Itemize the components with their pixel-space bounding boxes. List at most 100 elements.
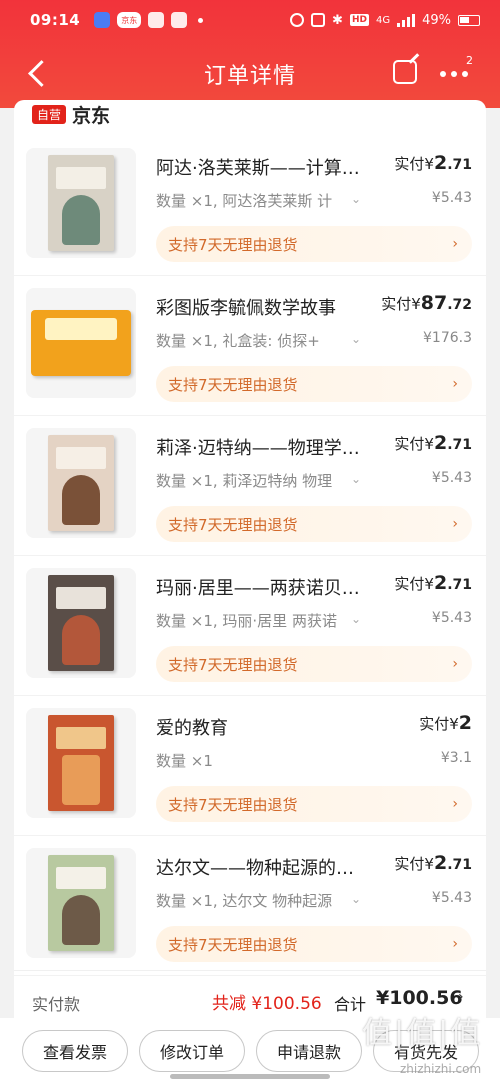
order-item[interactable]: 爱的教育 数量 ×1 实付¥2 ¥3.1 支持7天无理由退货 › <box>14 696 486 836</box>
original-price: ¥5.43 <box>431 190 472 206</box>
network-label: 4G <box>375 14 391 26</box>
watermark-logo: 值|值|值 <box>362 1016 483 1051</box>
self-operated-badge: 自营 <box>32 104 67 124</box>
product-title[interactable]: 玛丽·居里——两获诺贝尔奖 <box>156 574 366 600</box>
product-thumbnail[interactable] <box>26 568 136 678</box>
page-title: 订单详情 <box>203 64 296 89</box>
shop-row[interactable]: 自营 京东 <box>32 100 110 128</box>
book-cover-image <box>48 435 114 531</box>
paid-price: 实付¥2 <box>419 712 472 734</box>
product-title[interactable]: 达尔文——物种起源的奥秘 <box>156 854 366 880</box>
return-policy-bar[interactable]: 支持7天无理由退货 › <box>156 506 472 542</box>
order-item[interactable]: 玛丽·居里——两获诺贝尔奖 数量 ×1, 玛丽·居里 两获诺 ⌄ 实付¥2.71… <box>14 556 486 696</box>
book-cover-image <box>48 855 114 951</box>
product-thumbnail[interactable] <box>26 708 136 818</box>
order-item[interactable]: 彩图版李毓佩数学故事 数量 ×1, 礼盒装: 侦探+ ⌄ 实付¥87.72 ¥1… <box>14 276 486 416</box>
chevron-down-icon: ⌄ <box>351 472 362 486</box>
alarm-icon <box>290 13 305 27</box>
chevron-down-icon: ⌄ <box>351 192 362 206</box>
navbar: 订单详情 2 <box>0 40 500 108</box>
bluetooth-icon: ✱ <box>332 12 343 28</box>
product-title[interactable]: 彩图版李毓佩数学故事 <box>156 294 366 320</box>
book-cover-image <box>48 155 114 251</box>
watermark-site: zhizhizhi.com <box>400 1062 482 1076</box>
return-policy-bar[interactable]: 支持7天无理由退货 › <box>156 926 472 962</box>
header: 09:14 京东 ✱ HD 4G 49% 订单详情 2 <box>0 0 500 108</box>
chevron-right-icon: › <box>458 989 464 1005</box>
original-price: ¥5.43 <box>431 890 472 906</box>
product-spec: 数量 ×1, 阿达洛芙莱斯 计 <box>156 192 333 210</box>
return-policy-bar[interactable]: 支持7天无理由退货 › <box>156 646 472 682</box>
order-item[interactable]: 达尔文——物种起源的奥秘 数量 ×1, 达尔文 物种起源 ⌄ 实付¥2.71 ¥… <box>14 836 486 976</box>
order-card: 自营 京东 阿达·洛芙莱斯——计算机之母 数量 ×1, 阿达洛芙莱斯 计 ⌄ 实… <box>14 100 486 1030</box>
order-item[interactable]: 阿达·洛芙莱斯——计算机之母 数量 ×1, 阿达洛芙莱斯 计 ⌄ 实付¥2.71… <box>14 136 486 276</box>
product-thumbnail[interactable] <box>26 428 136 538</box>
hd-icon: HD <box>349 14 369 26</box>
discount-amount: 共减 ¥100.56 <box>212 994 322 1014</box>
message-count-badge: 2 <box>466 54 473 67</box>
share-icon[interactable] <box>393 60 417 84</box>
return-policy-bar[interactable]: 支持7天无理由退货 › <box>156 226 472 262</box>
product-spec: 数量 ×1, 玛丽·居里 两获诺 <box>156 612 337 630</box>
paid-price: 实付¥2.71 <box>394 572 472 594</box>
product-title[interactable]: 阿达·洛芙莱斯——计算机之母 <box>156 154 366 180</box>
product-spec: 数量 ×1 <box>156 752 213 770</box>
status-bar: 09:14 京东 ✱ HD 4G 49% <box>0 0 500 40</box>
chevron-down-icon: ⌄ <box>351 332 362 346</box>
weibo-icon <box>171 12 188 28</box>
paid-price: 实付¥2.71 <box>394 152 472 174</box>
book-cover-image <box>48 715 114 811</box>
product-title[interactable]: 爱的教育 <box>156 714 366 740</box>
app-icon <box>148 12 165 28</box>
return-policy-label: 支持7天无理由退货 <box>168 235 298 254</box>
product-thumbnail[interactable] <box>26 848 136 958</box>
total-amount: ¥100.56 <box>376 987 463 1009</box>
chevron-right-icon: › <box>452 516 458 532</box>
view-invoice-button[interactable]: 查看发票 <box>22 1030 128 1072</box>
product-spec: 数量 ×1, 莉泽迈特纳 物理 <box>156 472 333 490</box>
order-item[interactable]: 莉泽·迈特纳——物理学之母 数量 ×1, 莉泽迈特纳 物理 ⌄ 实付¥2.71 … <box>14 416 486 556</box>
product-spec: 数量 ×1, 礼盒装: 侦探+ <box>156 332 320 350</box>
original-price: ¥5.43 <box>431 610 472 626</box>
original-price: ¥176.3 <box>423 330 472 346</box>
app-icon <box>94 12 111 28</box>
request-refund-button[interactable]: 申请退款 <box>256 1030 362 1072</box>
product-thumbnail[interactable] <box>26 148 136 258</box>
jd-app-icon: 京东 <box>117 12 142 28</box>
return-policy-bar[interactable]: 支持7天无理由退货 › <box>156 786 472 822</box>
system-icons: ✱ HD 4G 49% <box>290 13 480 28</box>
product-thumbnail[interactable] <box>26 288 136 398</box>
paid-label: 实付款 <box>32 995 81 1014</box>
chevron-down-icon: ⌄ <box>351 612 362 626</box>
signal-icon <box>397 13 416 27</box>
chevron-right-icon: › <box>452 656 458 672</box>
shop-name: 京东 <box>72 104 111 127</box>
chevron-down-icon: ⌄ <box>351 892 362 906</box>
return-policy-bar[interactable]: 支持7天无理由退货 › <box>156 366 472 402</box>
modify-order-button[interactable]: 修改订单 <box>139 1030 245 1072</box>
original-price: ¥5.43 <box>431 470 472 486</box>
return-policy-label: 支持7天无理由退货 <box>168 655 298 674</box>
home-indicator <box>170 1074 330 1079</box>
book-cover-image <box>48 575 114 671</box>
return-policy-label: 支持7天无理由退货 <box>168 935 298 954</box>
vibrate-icon <box>311 13 326 27</box>
paid-price: 实付¥2.71 <box>394 432 472 454</box>
book-box-cover-image <box>31 310 131 376</box>
product-title[interactable]: 莉泽·迈特纳——物理学之母 <box>156 434 366 460</box>
return-policy-label: 支持7天无理由退货 <box>168 375 298 394</box>
paid-price: 实付¥2.71 <box>394 852 472 874</box>
return-policy-label: 支持7天无理由退货 <box>168 515 298 534</box>
notification-icons: 京东 <box>94 12 204 28</box>
status-time: 09:14 <box>30 11 81 29</box>
return-policy-label: 支持7天无理由退货 <box>168 795 298 814</box>
paid-price: 实付¥87.72 <box>381 292 472 314</box>
chevron-right-icon: › <box>452 236 458 252</box>
original-price: ¥3.1 <box>440 750 472 766</box>
battery-icon <box>458 14 480 26</box>
battery-percent: 49% <box>422 12 451 28</box>
chevron-right-icon: › <box>452 796 458 812</box>
product-spec: 数量 ×1, 达尔文 物种起源 <box>156 892 333 910</box>
chevron-right-icon: › <box>452 936 458 952</box>
chevron-right-icon: › <box>452 376 458 392</box>
